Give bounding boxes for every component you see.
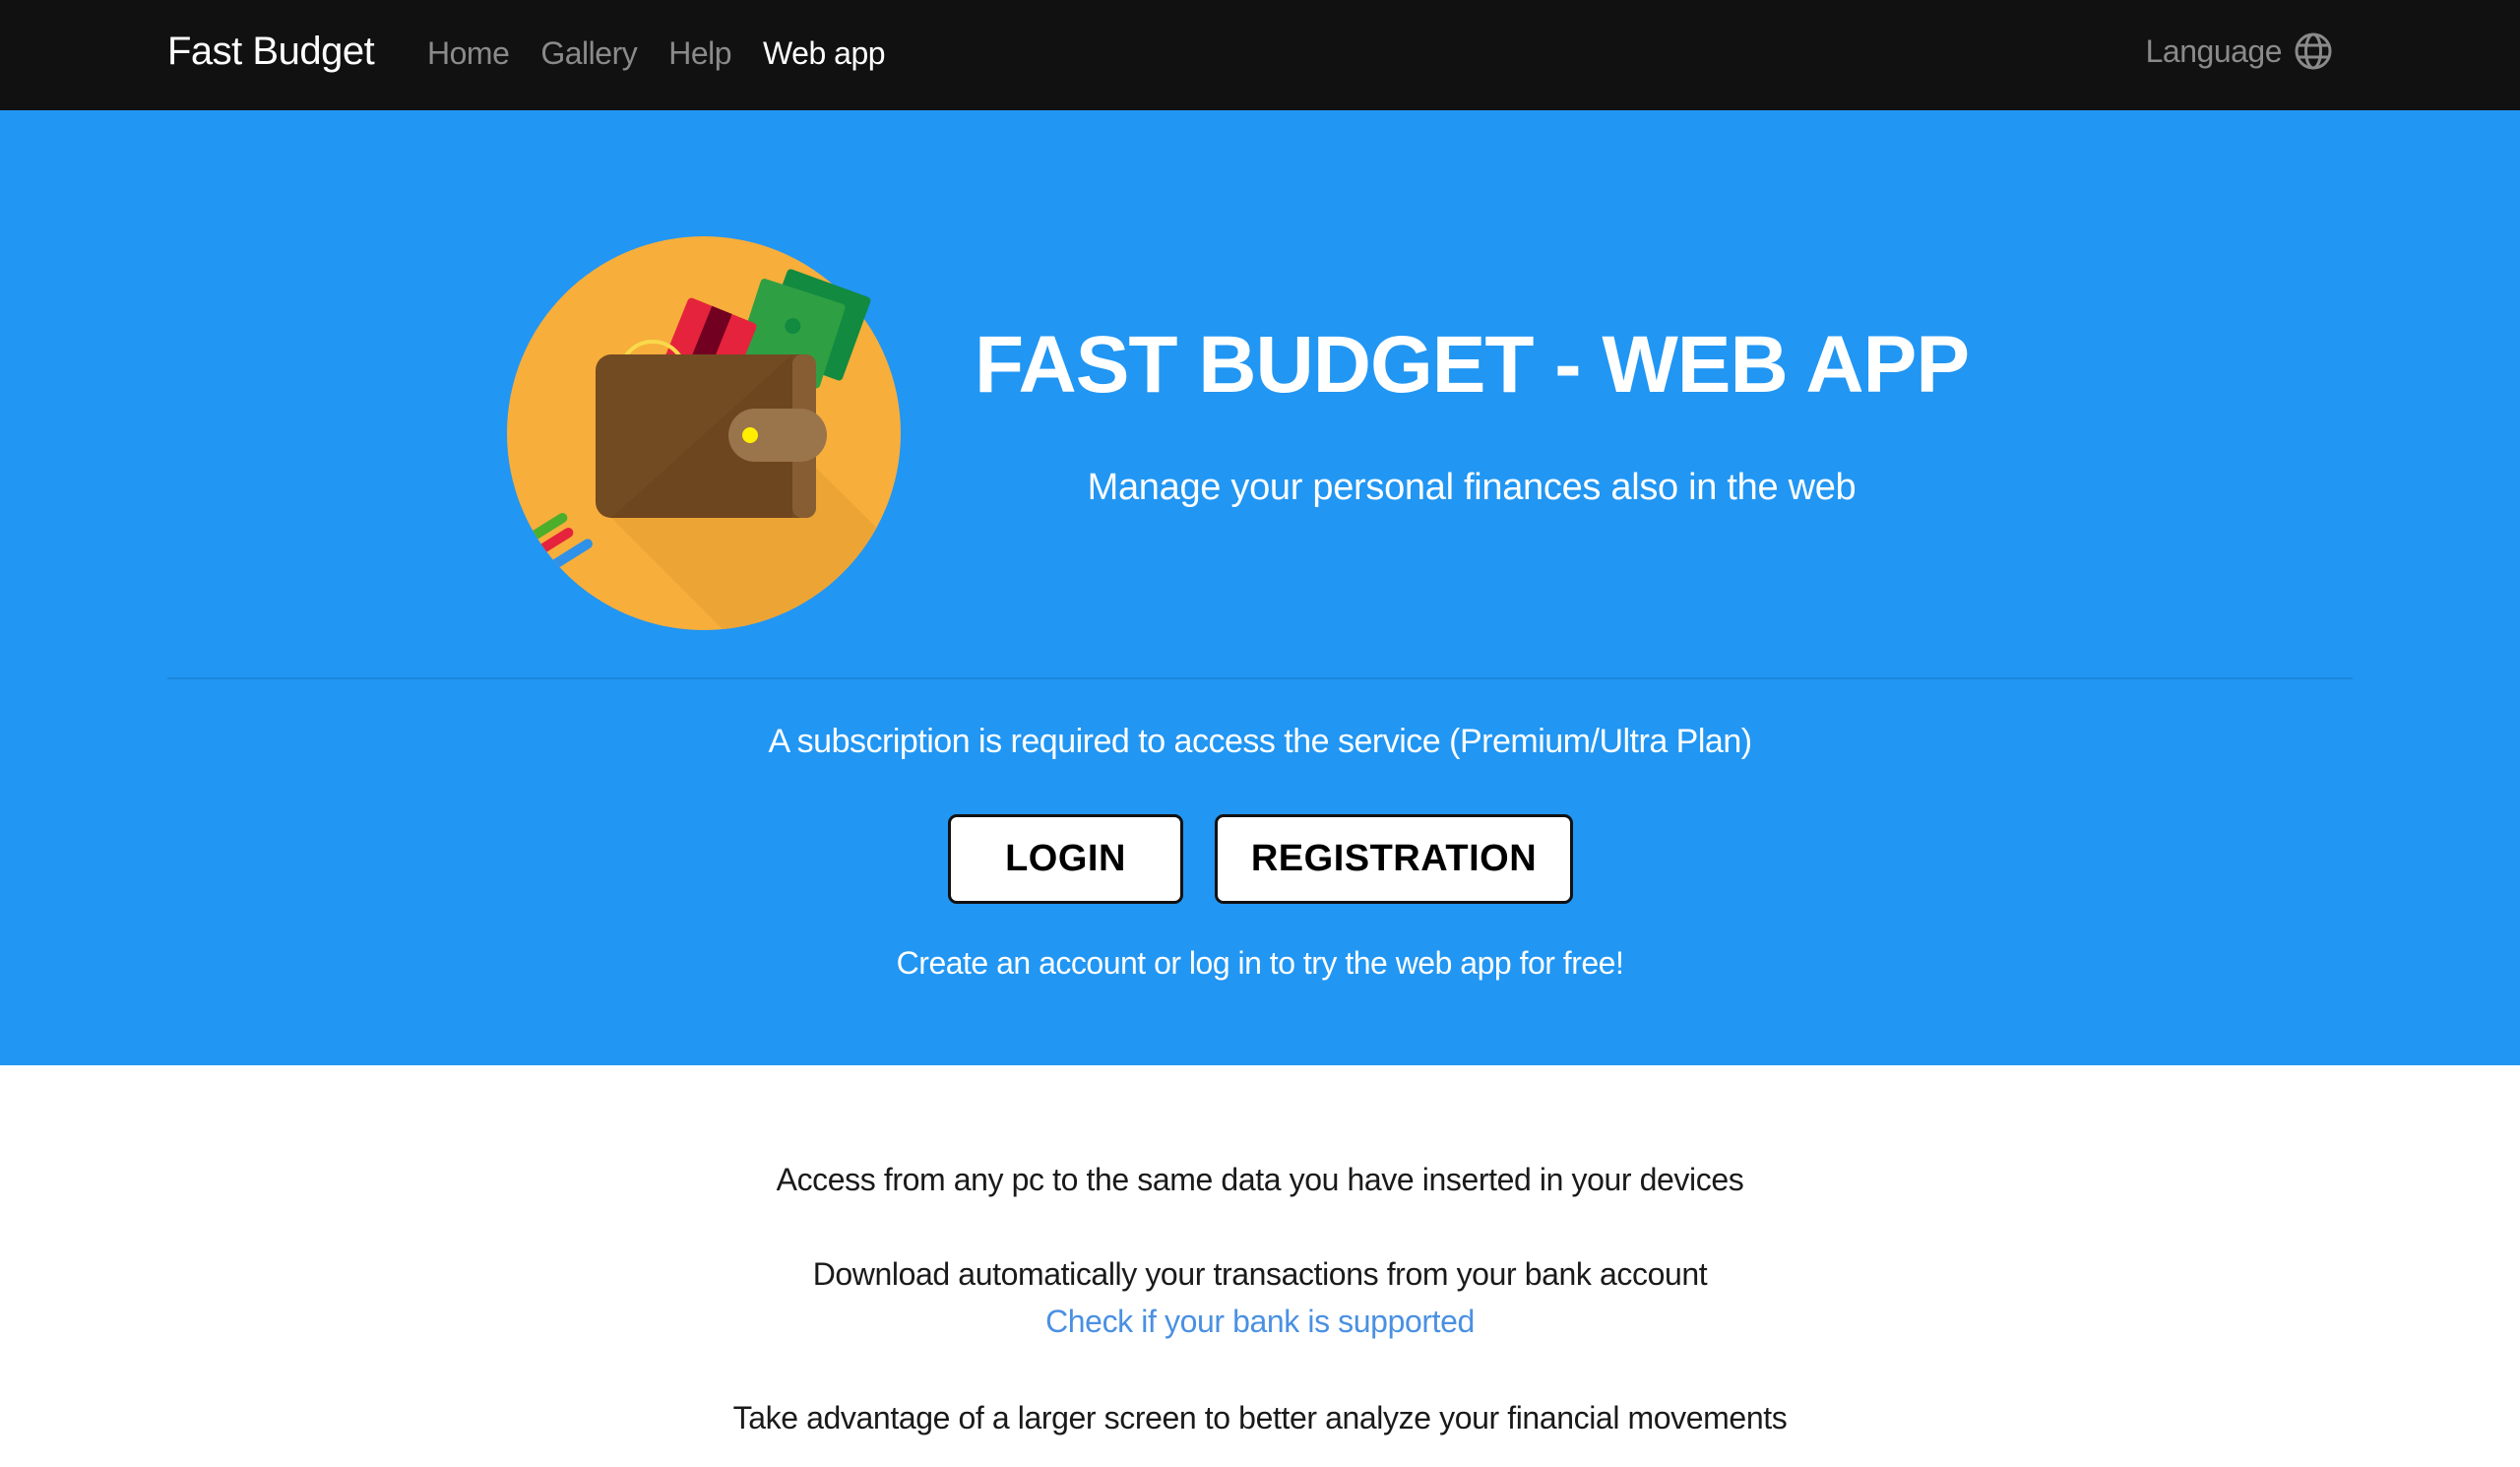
nav-link-gallery[interactable]: Gallery xyxy=(540,35,637,72)
nav-link-home[interactable]: Home xyxy=(427,35,510,72)
free-trial-note: Create an account or log in to try the w… xyxy=(896,945,1624,981)
login-button[interactable]: LOGIN xyxy=(948,814,1183,904)
globe-icon xyxy=(2295,32,2332,70)
hero-section: FAST BUDGET - WEB APP Manage your person… xyxy=(0,110,2520,1065)
navbar: Fast Budget Home Gallery Help Web app La… xyxy=(0,0,2520,110)
page-subtitle: Manage your personal finances also in th… xyxy=(1087,467,1857,508)
check-bank-link[interactable]: Check if your bank is supported xyxy=(0,1304,2520,1340)
page-title: FAST BUDGET - WEB APP xyxy=(974,320,1970,410)
registration-button[interactable]: REGISTRATION xyxy=(1215,814,1573,904)
feature-text: Access from any pc to the same data you … xyxy=(776,1162,1744,1197)
feature-text: Take advantage of a larger screen to bet… xyxy=(732,1400,1788,1435)
nav-links: Home Gallery Help Web app xyxy=(427,35,886,72)
subscription-note: A subscription is required to access the… xyxy=(768,723,1752,760)
brand-link[interactable]: Fast Budget xyxy=(167,30,375,74)
language-label: Language xyxy=(2145,32,2283,69)
nav-link-help[interactable]: Help xyxy=(668,35,731,72)
nav-link-web-app[interactable]: Web app xyxy=(763,35,886,72)
wallet-icon xyxy=(507,236,901,630)
divider xyxy=(167,677,2353,679)
language-selector[interactable]: Language xyxy=(2146,32,2333,71)
feature-text: Download automatically your transactions… xyxy=(812,1256,1708,1292)
